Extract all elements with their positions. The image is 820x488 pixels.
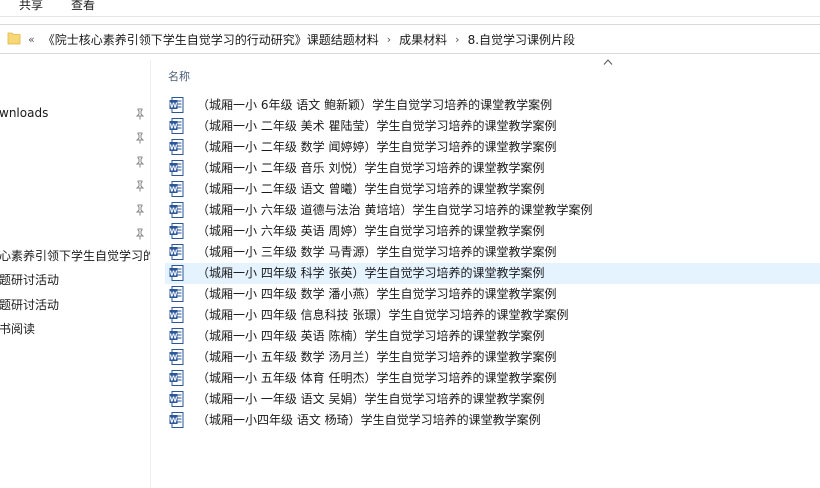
word-document-icon: W [169,307,184,323]
svg-text:W: W [170,353,178,361]
file-row[interactable]: W （城厢一小 一年级 语文 吴娟）学生自觉学习培养的课堂教学案例 [165,389,820,410]
breadcrumb-item-current[interactable]: 8.自觉学习课例片段 [468,31,575,48]
breadcrumb-overflow-button[interactable]: « [28,33,35,46]
svg-text:W: W [170,269,178,277]
nav-item-project-folder[interactable]: 心素养引领下学生自觉学习的 [0,246,150,266]
pin-icon [135,156,145,168]
file-row[interactable]: W （城厢一小 四年级 科学 张英）学生自觉学习培养的课堂教学案例 [165,263,820,284]
file-row[interactable]: W （城厢一小 五年级 体育 任明杰）学生自觉学习培养的课堂教学案例 [165,368,820,389]
file-row[interactable]: W （城厢一小 四年级 数学 潘小燕）学生自觉学习培养的课堂教学案例 [165,284,820,305]
file-name: （城厢一小 六年级 道德与法治 黄培培）学生自觉学习培养的课堂教学案例 [197,203,593,217]
word-document-icon: W [169,181,184,197]
breadcrumb: « 《院士核心素养引领下学生自觉学习的行动研究》课题结题材料 › 成果材料 › … [28,31,575,47]
svg-text:W: W [170,248,178,256]
file-name: （城厢一小 四年级 科学 张英）学生自觉学习培养的课堂教学案例 [197,266,545,280]
file-row[interactable]: W （城厢一小 六年级 道德与法治 黄培培）学生自觉学习培养的课堂教学案例 [165,200,820,221]
svg-text:W: W [170,416,178,424]
file-name: （城厢一小 五年级 数学 汤月兰）学生自觉学习培养的课堂教学案例 [197,350,557,364]
file-name: （城厢一小 五年级 体育 任明杰）学生自觉学习培养的课堂教学案例 [197,371,557,385]
file-name: （城厢一小四年级 语文 杨琦）学生自觉学习培养的课堂教学案例 [197,413,541,427]
svg-text:W: W [170,164,178,172]
file-name: （城厢一小 三年级 数学 马青源）学生自觉学习培养的课堂教学案例 [197,245,557,259]
word-document-icon: W [169,223,184,239]
file-row[interactable]: W （城厢一小 二年级 音乐 刘悦）学生自觉学习培养的课堂教学案例 [165,158,820,179]
chevron-right-icon[interactable]: › [387,33,391,46]
nav-item-seminar-1[interactable]: 题研讨活动 [0,270,59,290]
svg-text:W: W [170,290,178,298]
file-name: （城厢一小 四年级 英语 陈楠）学生自觉学习培养的课堂教学案例 [197,329,545,343]
svg-text:W: W [170,395,178,403]
word-document-icon: W [169,265,184,281]
nav-item-seminar-2[interactable]: 题研讨活动 [0,295,59,315]
pin-icon [135,180,145,192]
svg-text:W: W [170,206,178,214]
svg-text:W: W [170,185,178,193]
pin-icon [135,204,145,216]
file-row[interactable]: W （城厢一小 六年级 英语 周婷）学生自觉学习培养的课堂教学案例 [165,221,820,242]
word-document-icon: W [169,202,184,218]
sort-ascending-icon [603,59,613,65]
nav-item-reading[interactable]: 书阅读 [0,319,35,339]
breadcrumb-item-results[interactable]: 成果材料 [399,31,447,48]
file-row[interactable]: W （城厢一小 6年级 语文 鲍新颖）学生自觉学习培养的课堂教学案例 [165,95,820,116]
word-document-icon: W [169,286,184,302]
word-document-icon: W [169,328,184,344]
file-row[interactable]: W （城厢一小 二年级 语文 曾曦）学生自觉学习培养的课堂教学案例 [165,179,820,200]
nav-item-downloads[interactable]: wnloads [0,103,48,123]
column-header-name[interactable]: 名称 [168,68,190,84]
file-name: （城厢一小 二年级 音乐 刘悦）学生自觉学习培养的课堂教学案例 [197,161,545,175]
pane-divider[interactable] [150,60,151,488]
ribbon: 共享 查看 [0,0,820,16]
navigation-pane: wnloads 心素养引领下学生自觉学习的 题研讨活动 题研讨活动 书阅读 [0,60,150,488]
word-document-icon: W [169,118,184,134]
word-document-icon: W [169,391,184,407]
chevron-right-icon[interactable]: › [455,33,459,46]
folder-icon [7,32,21,45]
ribbon-tab-share[interactable]: 共享 [19,0,43,13]
svg-text:W: W [170,332,178,340]
svg-text:W: W [170,143,178,151]
word-document-icon: W [169,97,184,113]
svg-text:W: W [170,227,178,235]
svg-text:W: W [170,101,178,109]
file-name: （城厢一小 二年级 美术 瞿陆莹）学生自觉学习培养的课堂教学案例 [197,119,557,133]
word-document-icon: W [169,139,184,155]
word-document-icon: W [169,412,184,428]
file-row[interactable]: W （城厢一小 三年级 数学 马青源）学生自觉学习培养的课堂教学案例 [165,242,820,263]
file-row[interactable]: W （城厢一小四年级 语文 杨琦）学生自觉学习培养的课堂教学案例 [165,410,820,431]
pin-icon [135,228,145,240]
file-name: （城厢一小 六年级 英语 周婷）学生自觉学习培养的课堂教学案例 [197,224,545,238]
word-document-icon: W [169,244,184,260]
word-document-icon: W [169,349,184,365]
word-document-icon: W [169,160,184,176]
file-row[interactable]: W （城厢一小 二年级 美术 瞿陆莹）学生自觉学习培养的课堂教学案例 [165,116,820,137]
file-name: （城厢一小 二年级 语文 曾曦）学生自觉学习培养的课堂教学案例 [197,182,545,196]
breadcrumb-item-project[interactable]: 《院士核心素养引领下学生自觉学习的行动研究》课题结题材料 [43,31,379,48]
svg-text:W: W [170,311,178,319]
file-row[interactable]: W （城厢一小 四年级 信息科技 张璟）学生自觉学习培养的课堂教学案例 [165,305,820,326]
file-row[interactable]: W （城厢一小 四年级 英语 陈楠）学生自觉学习培养的课堂教学案例 [165,326,820,347]
file-name: （城厢一小 四年级 数学 潘小燕）学生自觉学习培养的课堂教学案例 [197,287,557,301]
ribbon-tab-view[interactable]: 查看 [71,0,95,13]
word-document-icon: W [169,370,184,386]
file-name: （城厢一小 一年级 语文 吴娟）学生自觉学习培养的课堂教学案例 [197,392,545,406]
ribbon-divider [0,16,820,17]
svg-text:W: W [170,122,178,130]
file-row[interactable]: W （城厢一小 二年级 数学 闻婷婷）学生自觉学习培养的课堂教学案例 [165,137,820,158]
file-row[interactable]: W （城厢一小 五年级 数学 汤月兰）学生自觉学习培养的课堂教学案例 [165,347,820,368]
file-name: （城厢一小 6年级 语文 鲍新颖）学生自觉学习培养的课堂教学案例 [197,98,553,112]
pin-icon [135,132,145,144]
file-name: （城厢一小 二年级 数学 闻婷婷）学生自觉学习培养的课堂教学案例 [197,140,557,154]
file-name: （城厢一小 四年级 信息科技 张璟）学生自觉学习培养的课堂教学案例 [197,308,569,322]
svg-text:W: W [170,374,178,382]
pin-icon [135,108,145,120]
